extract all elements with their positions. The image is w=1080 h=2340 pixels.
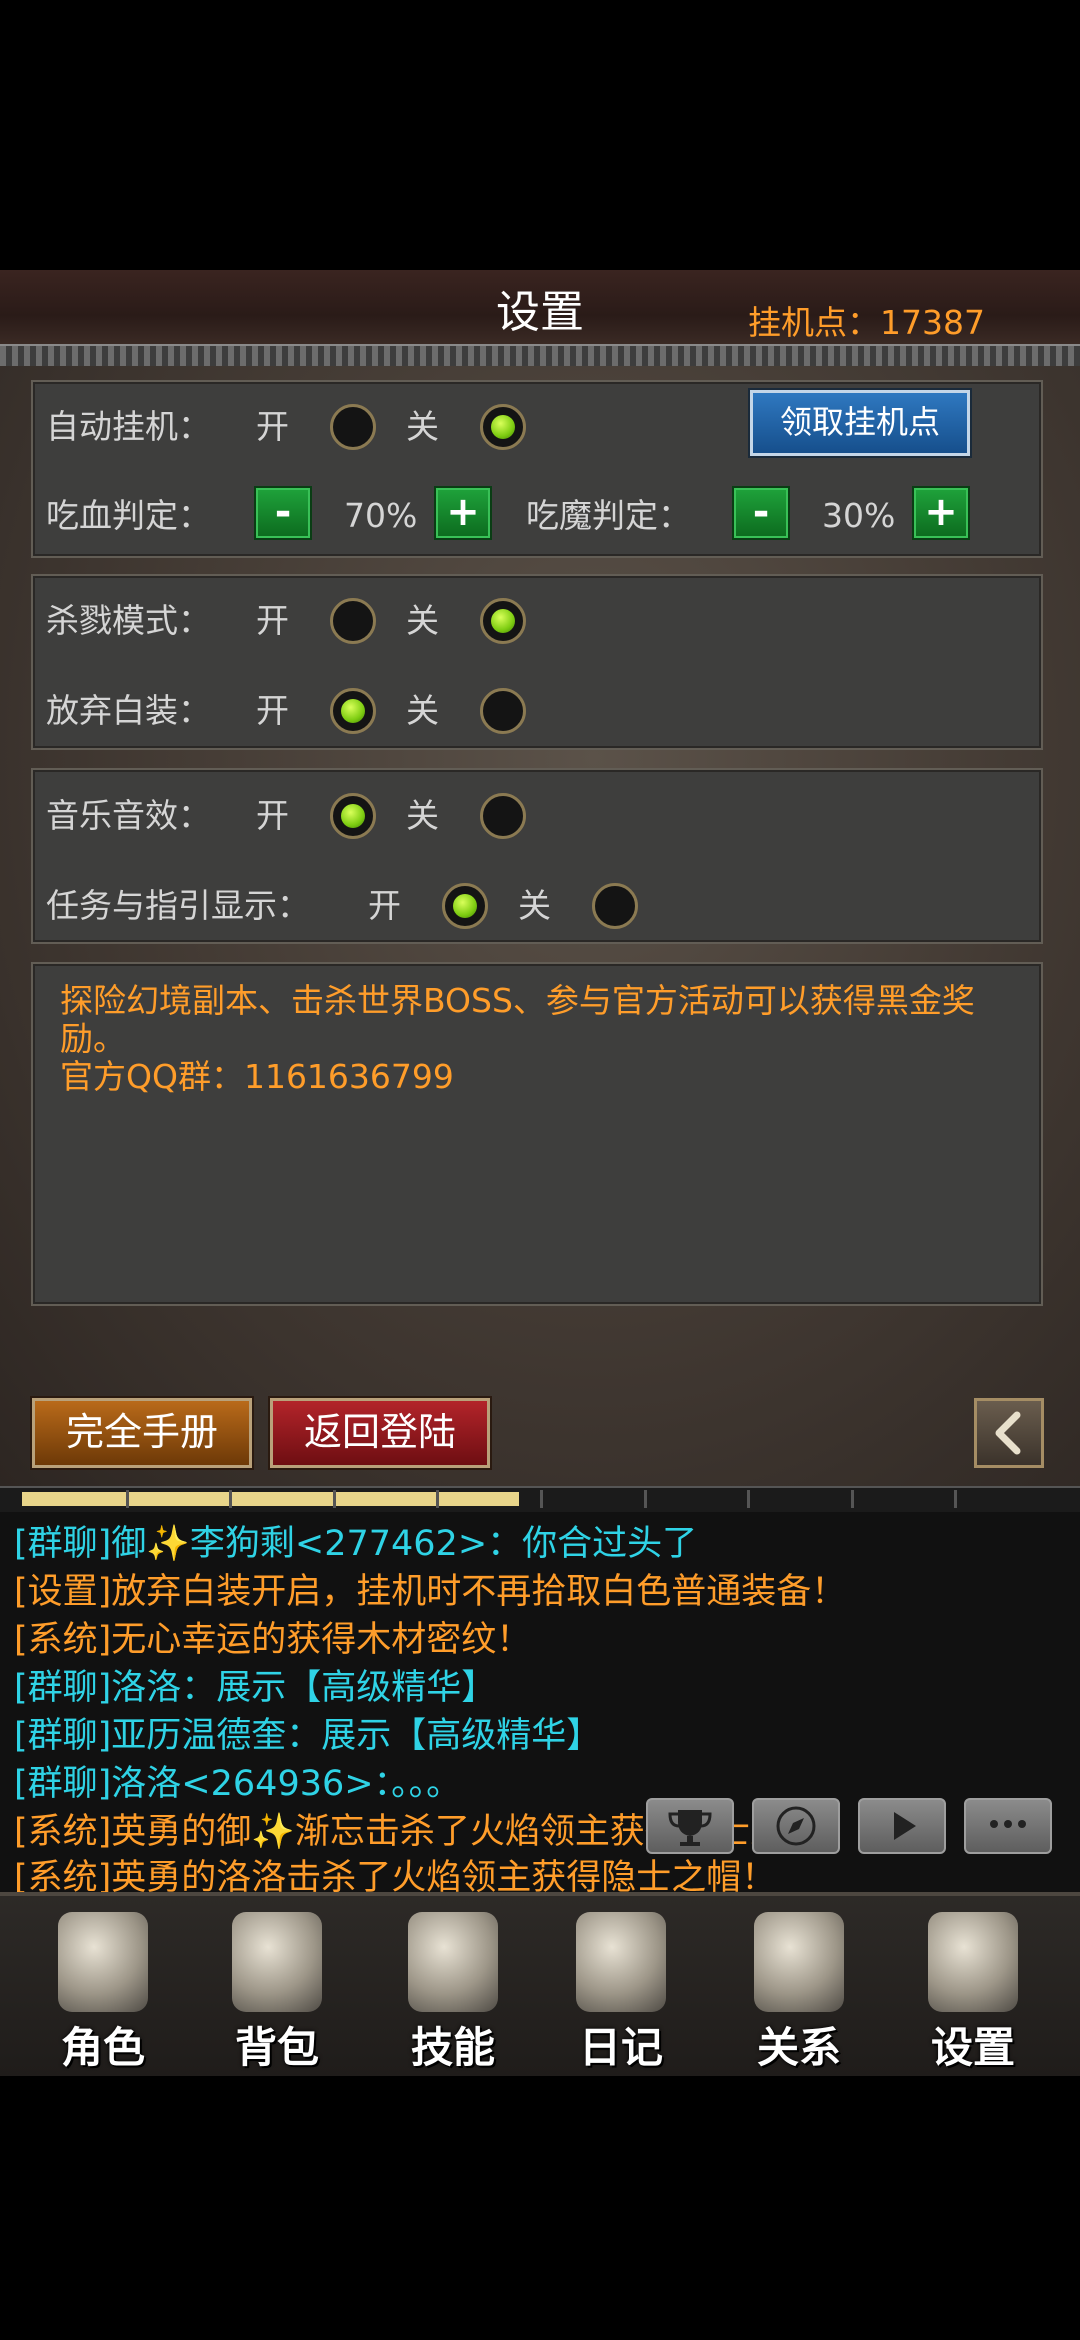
discard-white-off-label: 关: [406, 691, 439, 730]
xp-segment-divider: [851, 1490, 854, 1508]
collapse-button[interactable]: [974, 1398, 1044, 1468]
auto-hang-off-radio[interactable]: [480, 404, 526, 450]
chat-message: [设置]放弃白装开启，挂机时不再拾取白色普通装备！: [14, 1572, 847, 1612]
handshake-icon: [754, 1912, 844, 2012]
mp-rule-plus-button[interactable]: +: [912, 486, 970, 540]
chat-message: [群聊]御✨李狗剩<277462>：你合过头了: [14, 1524, 698, 1564]
guide-off-label: 关: [518, 886, 551, 925]
nav-item-4[interactable]: 关系: [714, 1906, 884, 2072]
music-off-radio[interactable]: [480, 793, 526, 839]
chat-message: [群聊]洛洛：展示【高级精华】: [14, 1668, 497, 1708]
nav-item-label: 日记: [578, 2023, 663, 2072]
trophy-icon: [668, 1810, 712, 1846]
nav-item-label: 设置: [930, 2023, 1015, 2072]
scroll-icon: [576, 1912, 666, 2012]
mp-rule-minus-button[interactable]: -: [732, 486, 790, 540]
nav-item-label: 角色: [60, 2023, 145, 2072]
chat-input-button[interactable]: [964, 1798, 1052, 1854]
chevron-left-icon: [995, 1411, 1021, 1455]
guide-off-radio[interactable]: [592, 883, 638, 929]
backpack-icon: [232, 1912, 322, 2012]
nav-item-5[interactable]: 设置: [888, 1906, 1058, 2072]
hp-rule-minus-button[interactable]: -: [254, 486, 312, 540]
kill-mode-label: 杀戮模式：: [46, 601, 211, 640]
skill-book-icon: [408, 1912, 498, 2012]
discard-white-on-radio[interactable]: [330, 688, 376, 734]
play-icon: [894, 1812, 916, 1840]
auto-hang-label: 自动挂机：: [46, 407, 211, 446]
xp-segment-divider: [644, 1490, 647, 1508]
xp-segment-divider: [229, 1490, 232, 1508]
kill-mode-on-radio[interactable]: [330, 598, 376, 644]
helmet-icon: [58, 1912, 148, 2012]
chat-message: [系统]无心幸运的获得木材密纹！: [14, 1620, 532, 1660]
nav-item-label: 背包: [234, 2023, 319, 2072]
hang-points-counter: 挂机点：17387: [748, 303, 985, 342]
xp-segment-divider: [436, 1490, 439, 1508]
gear-icon: [928, 1912, 1018, 2012]
auto-hang-on-label: 开: [256, 407, 289, 446]
kill-mode-on-label: 开: [256, 601, 289, 640]
chat-message: [群聊]洛洛<264936>：。。。: [14, 1764, 462, 1804]
return-login-button[interactable]: 返回登陆: [270, 1398, 490, 1468]
experience-bar-fill: [22, 1492, 519, 1506]
discard-white-label: 放弃白装：: [46, 691, 211, 730]
discard-white-on-label: 开: [256, 691, 289, 730]
hp-rule-plus-button[interactable]: +: [434, 486, 492, 540]
nav-item-1[interactable]: 背包: [192, 1906, 362, 2072]
guide-display-label: 任务与指引显示：: [46, 886, 310, 925]
notice-line-2: 官方QQ群：1161636799: [60, 1057, 454, 1096]
xp-segment-divider: [747, 1490, 750, 1508]
music-on-label: 开: [256, 796, 289, 835]
xp-segment-divider: [126, 1490, 129, 1508]
guide-on-label: 开: [368, 886, 401, 925]
hp-rule-label: 吃血判定：: [46, 496, 211, 535]
xp-segment-divider: [954, 1490, 957, 1508]
header-divider: [0, 344, 1080, 368]
discard-white-off-radio[interactable]: [480, 688, 526, 734]
music-label: 音乐音效：: [46, 796, 211, 835]
nav-item-label: 技能: [410, 2023, 495, 2072]
chat-message: [群聊]亚历温德奎：展示【高级精华】: [14, 1716, 602, 1756]
nav-item-3[interactable]: 日记: [536, 1906, 706, 2072]
xp-segment-divider: [333, 1490, 336, 1508]
compass-icon: [776, 1806, 816, 1846]
trophy-button[interactable]: [646, 1798, 734, 1854]
compass-button[interactable]: [752, 1798, 840, 1854]
claim-hang-points-button[interactable]: 领取挂机点: [750, 390, 970, 456]
guide-on-radio[interactable]: [442, 883, 488, 929]
speech-bubble-icon: [990, 1820, 1026, 1828]
notice-line-1: 探险幻境副本、击杀世界BOSS、参与官方活动可以获得黑金奖励。: [60, 981, 975, 1058]
kill-mode-off-label: 关: [406, 601, 439, 640]
manual-button[interactable]: 完全手册: [32, 1398, 252, 1468]
nav-item-label: 关系: [756, 2023, 841, 2072]
mp-rule-label: 吃魔判定：: [526, 496, 691, 535]
nav-item-0[interactable]: 角色: [18, 1906, 188, 2072]
nav-item-2[interactable]: 技能: [368, 1906, 538, 2072]
xp-segment-divider: [540, 1490, 543, 1508]
chat-message: [系统]英勇的洛洛击杀了火焰领主获得隐士之帽！: [14, 1858, 777, 1892]
auto-hang-on-radio[interactable]: [330, 404, 376, 450]
mp-rule-value: 30%: [822, 496, 896, 535]
music-off-label: 关: [406, 796, 439, 835]
music-on-radio[interactable]: [330, 793, 376, 839]
hp-rule-value: 70%: [344, 496, 418, 535]
play-button[interactable]: [858, 1798, 946, 1854]
notice-text: 探险幻境副本、击杀世界BOSS、参与官方活动可以获得黑金奖励。 官方QQ群：11…: [60, 982, 1040, 1096]
auto-hang-off-label: 关: [406, 407, 439, 446]
kill-mode-off-radio[interactable]: [480, 598, 526, 644]
